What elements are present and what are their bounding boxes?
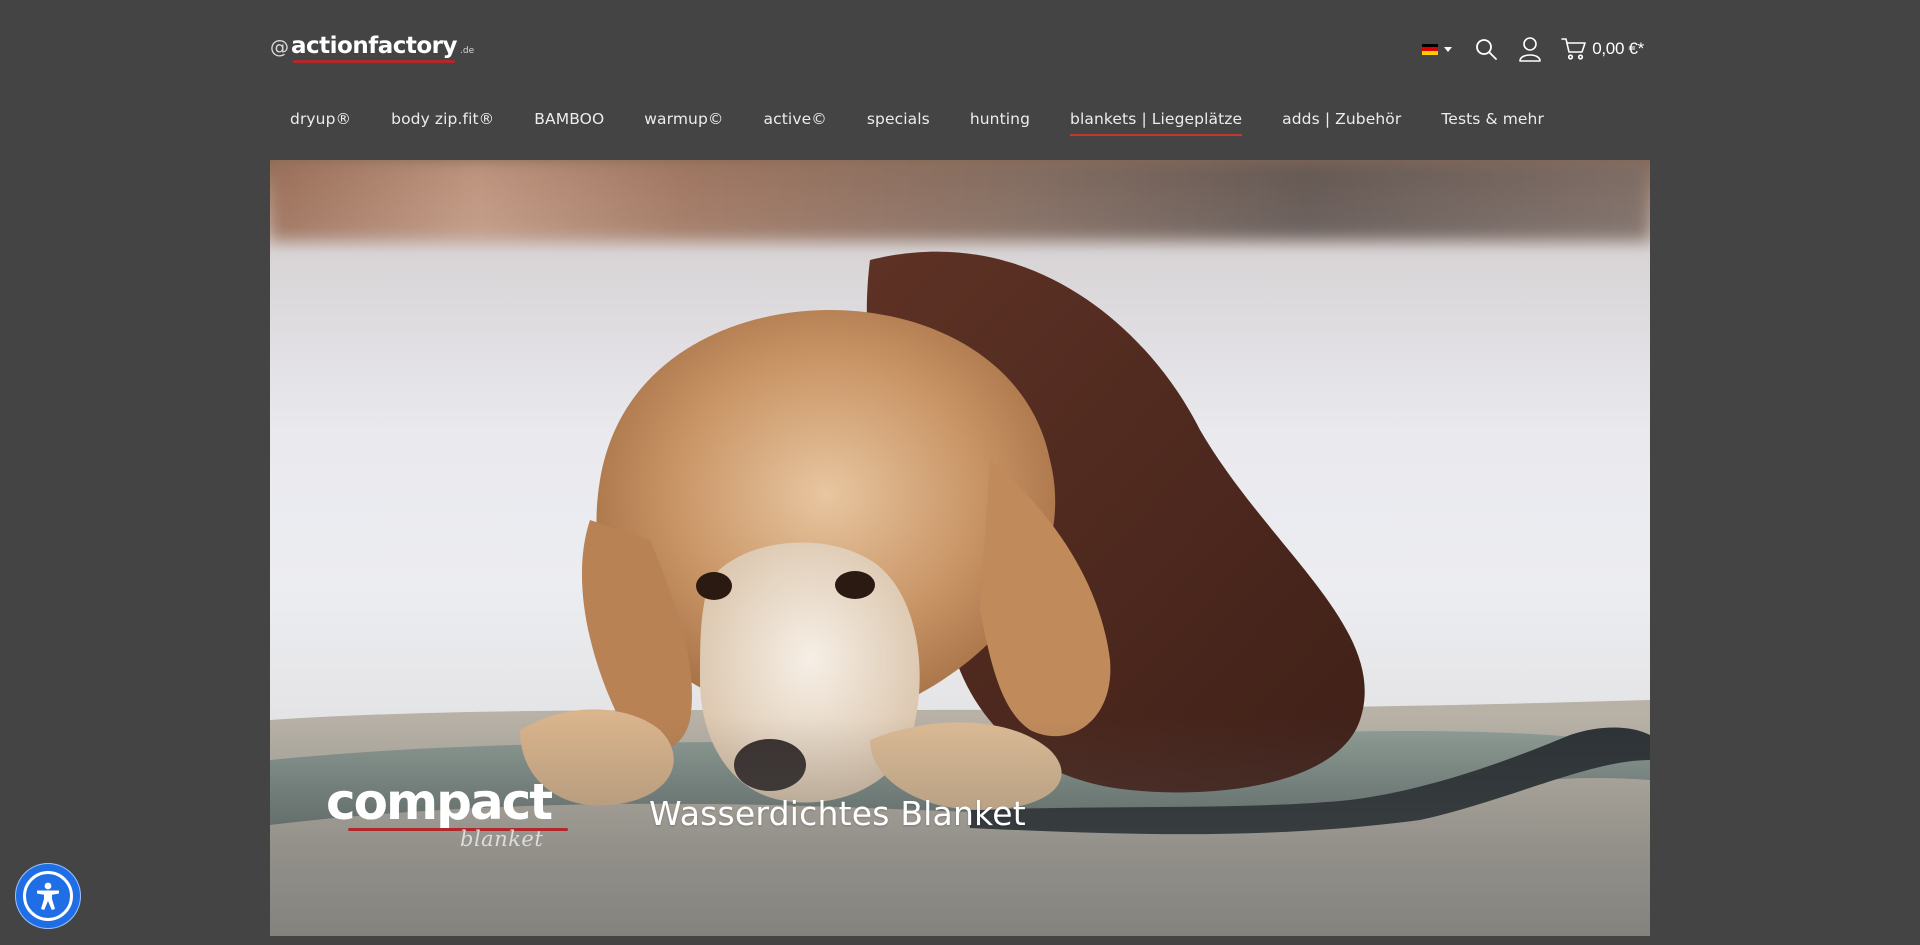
user-icon[interactable] <box>1516 35 1544 63</box>
nav-item-label: Tests & mehr <box>1441 110 1544 128</box>
nav-item-label: hunting <box>969 110 1031 128</box>
main-navigation: dryup® body zip.fit® BAMBOO warmup© acti… <box>270 96 1564 142</box>
hero-headline: Wasserdichtes Blanket <box>649 794 1026 833</box>
nav-item-dryup[interactable]: dryup® <box>270 96 371 142</box>
cart-total: 0,00 €* <box>1592 39 1644 58</box>
search-icon[interactable] <box>1472 35 1500 63</box>
german-flag-icon <box>1422 43 1439 55</box>
nav-item-label: blankets | Liegeplätze <box>1070 110 1243 136</box>
logo-at: @ <box>270 36 289 58</box>
nav-item-specials[interactable]: specials <box>847 96 950 142</box>
accessibility-icon <box>23 871 73 921</box>
nav-item-blankets[interactable]: blankets | Liegeplätze <box>1050 96 1262 142</box>
accessibility-button[interactable] <box>15 863 81 929</box>
language-switcher[interactable] <box>1422 43 1453 55</box>
brand-name: compact <box>326 773 553 831</box>
logo-tld: .de <box>460 46 475 56</box>
site-logo[interactable]: @ actionfactory .de <box>270 33 474 63</box>
cart-icon <box>1560 35 1588 63</box>
brand-subtitle: blanket <box>460 827 544 851</box>
logo-name: actionfactory <box>291 33 458 63</box>
compact-blanket-brand: compact blanket <box>326 777 576 867</box>
nav-item-label: body zip.fit® <box>391 110 495 128</box>
nav-item-label: adds | Zubehör <box>1282 110 1402 128</box>
nav-item-label: BAMBOO <box>534 110 605 128</box>
nav-item-hunting[interactable]: hunting <box>950 96 1050 142</box>
nav-item-warmup[interactable]: warmup© <box>624 96 743 142</box>
nav-item-body-zip-fit[interactable]: body zip.fit® <box>371 96 514 142</box>
nav-item-label: specials <box>866 110 930 128</box>
chevron-down-icon <box>1444 46 1453 52</box>
nav-item-bamboo[interactable]: BAMBOO <box>514 96 624 142</box>
nav-item-label: active© <box>763 110 827 128</box>
nav-item-active[interactable]: active© <box>744 96 847 142</box>
nav-item-label: warmup© <box>644 110 724 128</box>
site-header: @ actionfactory .de 0,00 €* dryup® body … <box>0 0 1920 136</box>
nav-item-adds-zubehoer[interactable]: adds | Zubehör <box>1262 96 1421 142</box>
cart-button[interactable]: 0,00 €* <box>1560 35 1644 63</box>
hero-banner[interactable]: compact blanket Wasserdichtes Blanket <box>270 160 1650 936</box>
nav-item-label: dryup® <box>290 110 352 128</box>
nav-item-tests-mehr[interactable]: Tests & mehr <box>1421 96 1564 142</box>
header-utilities: 0,00 €* <box>1422 34 1644 64</box>
